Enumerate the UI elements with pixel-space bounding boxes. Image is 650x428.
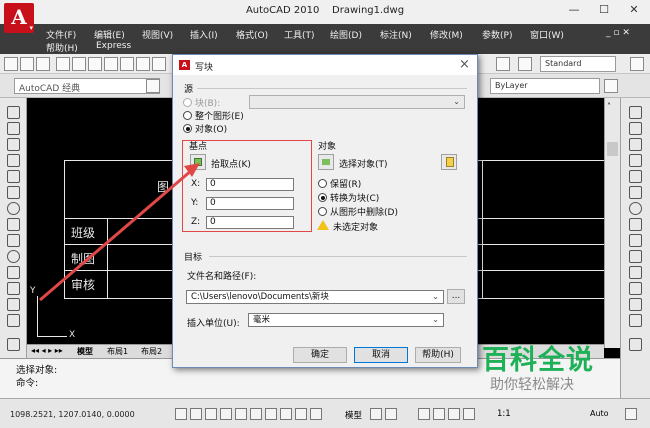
watermark-subtitle: 助你轻松解决	[490, 377, 574, 393]
application-menu-button[interactable]: A ▾	[4, 3, 34, 33]
watermark-title: 百科全说	[482, 345, 594, 376]
